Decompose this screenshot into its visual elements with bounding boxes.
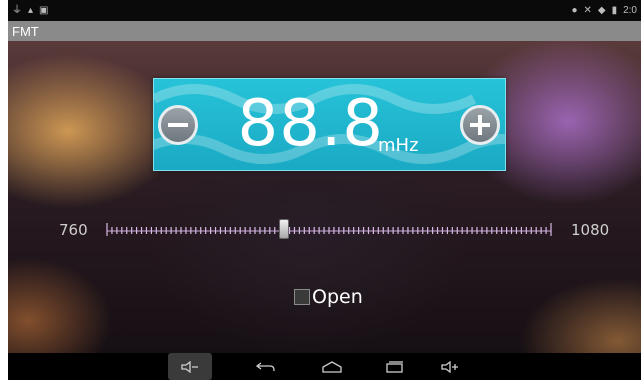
status-bar: ⏚ ▴ ▣ ● ✕ ◆ ▮ 2:0 <box>8 0 641 21</box>
open-label: Open <box>312 286 363 308</box>
plus-icon-vertical <box>478 115 482 135</box>
home-icon <box>322 360 342 373</box>
increase-frequency-button[interactable] <box>460 105 500 145</box>
home-button[interactable] <box>310 353 354 380</box>
frequency-value: 88.8 <box>237 87 384 161</box>
battery-icon: ▮ <box>611 4 618 16</box>
status-right-icons: ● ✕ ◆ ▮ 2:0 <box>571 5 637 16</box>
frequency-slider[interactable] <box>105 219 553 239</box>
open-checkbox[interactable]: Open <box>294 286 363 308</box>
frequency-unit: mHz <box>378 135 419 156</box>
status-left-icons: ⏚ ▴ ▣ <box>12 4 49 16</box>
volume-down-icon <box>181 360 198 373</box>
location-icon: ● <box>571 4 578 16</box>
status-time: 2:0 <box>623 5 637 16</box>
checkbox-box[interactable] <box>294 289 310 305</box>
recent-apps-button[interactable] <box>373 353 417 380</box>
wifi-icon: ◆ <box>597 4 606 16</box>
app-title: FMT <box>12 23 39 39</box>
slider-track <box>106 223 552 236</box>
navigation-bar <box>8 353 641 380</box>
volume-up-button[interactable] <box>428 353 472 380</box>
slider-thumb[interactable] <box>279 219 290 239</box>
frequency-panel: 88.8 mHz <box>153 78 506 171</box>
recent-apps-icon <box>386 360 403 373</box>
back-icon <box>256 361 275 371</box>
range-max-label: 1080 <box>571 221 610 239</box>
silent-icon: ✕ <box>583 4 592 16</box>
volume-up-icon <box>441 360 458 373</box>
image-icon: ▣ <box>39 4 49 16</box>
volume-down-button[interactable] <box>168 353 212 380</box>
usb-icon: ⏚ <box>12 4 22 16</box>
back-button[interactable] <box>244 353 288 380</box>
decrease-frequency-button[interactable] <box>158 105 198 145</box>
fm-radio-screen: ⏚ ▴ ▣ ● ✕ ◆ ▮ 2:0 FMT 88.8 mHz 760 1080 … <box>0 0 641 380</box>
title-bar: FMT <box>8 21 641 41</box>
debug-icon: ▴ <box>28 4 34 16</box>
minus-icon <box>168 123 188 127</box>
range-min-label: 760 <box>59 221 88 239</box>
